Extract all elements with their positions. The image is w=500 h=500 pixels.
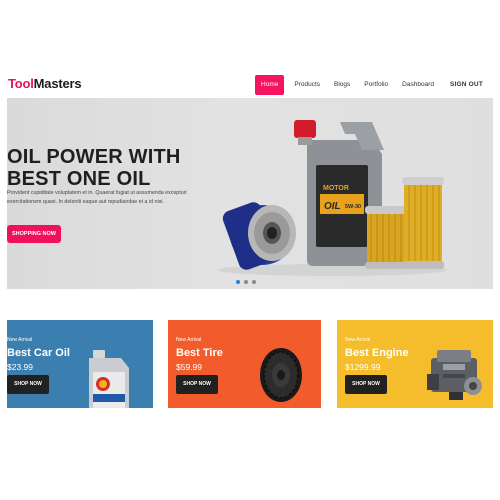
brand-logo[interactable]: ToolMasters (8, 76, 82, 91)
carousel-dot-3[interactable] (252, 280, 256, 284)
tire-icon (260, 348, 302, 402)
hero-title-line-2: BEST ONE OIL (7, 168, 151, 190)
product-card-engine: New Arrival Best Engine $1299.99 SHOP NO… (337, 320, 493, 408)
carousel-dot-2[interactable] (244, 280, 248, 284)
card-price: $59.99 (176, 362, 202, 372)
oil-products-image: MOTOR OIL 5W-30 (217, 120, 447, 276)
brand-accent: Tool (8, 76, 34, 91)
carousel-dot-1[interactable] (236, 280, 240, 284)
card-label: New Arrival (7, 337, 33, 343)
nav-products[interactable]: Products (287, 75, 327, 95)
shop-now-button[interactable]: SHOP NOW (345, 375, 387, 394)
shop-now-button[interactable]: SHOP NOW (176, 375, 218, 394)
card-title: Best Car Oil (7, 347, 70, 359)
sign-out-button[interactable]: SIGN OUT (443, 75, 490, 95)
yellow-air-filter-tall-icon (402, 177, 444, 269)
engine-icon (427, 350, 482, 400)
carousel-indicators (236, 280, 256, 284)
shopping-now-button[interactable]: SHOPPING NOW (7, 225, 61, 243)
product-card-car-oil: New Arrival Best Car Oil $23.99 SHOP NOW (7, 320, 153, 408)
hero-title-line-1: OIL POWER WITH (7, 146, 181, 168)
main-nav: Home Products Blogs Portfolio Dashboard … (255, 75, 490, 95)
oil-bottle-icon (89, 350, 129, 408)
product-card-tire: New Arrival Best Tire $59.99 SHOP NOW (168, 320, 321, 408)
navbar: ToolMasters Home Products Blogs Portfoli… (0, 72, 500, 98)
card-label: New Arrival (176, 337, 202, 343)
blue-oil-filter-icon (222, 202, 296, 270)
svg-text:OIL: OIL (324, 201, 341, 212)
yellow-air-filter-small-icon (365, 206, 409, 269)
nav-blogs[interactable]: Blogs (327, 75, 357, 95)
hero-title: OIL POWER WITH BEST ONE OIL (7, 146, 181, 190)
hero-carousel: OIL POWER WITH BEST ONE OIL Provident cu… (7, 98, 493, 289)
brand-rest: Masters (33, 76, 82, 91)
card-price: $1299.99 (345, 362, 381, 372)
card-title: Best Engine (345, 347, 409, 359)
shop-now-button[interactable]: SHOP NOW (7, 375, 49, 394)
svg-text:MOTOR: MOTOR (323, 185, 349, 192)
svg-text:5W-30: 5W-30 (345, 204, 361, 210)
card-price: $23.99 (7, 362, 33, 372)
hero-description: Provident cupiditate voluptatem et in. Q… (7, 190, 187, 205)
card-title: Best Tire (176, 347, 223, 359)
nav-portfolio[interactable]: Portfolio (357, 75, 395, 95)
card-label: New Arrival (345, 337, 371, 343)
nav-home[interactable]: Home (255, 75, 285, 95)
nav-dashboard[interactable]: Dashboard (395, 75, 441, 95)
